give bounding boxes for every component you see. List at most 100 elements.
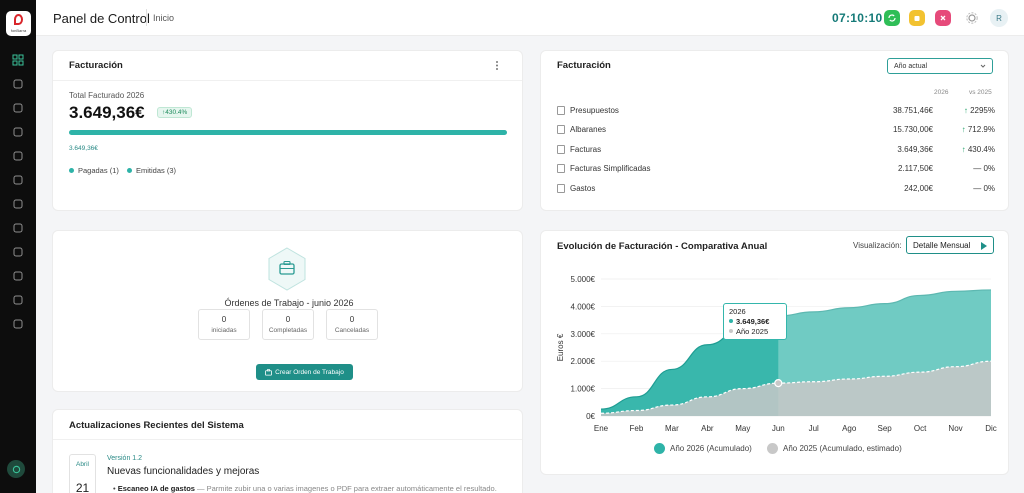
billing-row-name: Gastos xyxy=(570,184,596,193)
sync-button[interactable] xyxy=(884,10,900,26)
legend-issued-count: (3) xyxy=(166,166,177,175)
document-icon xyxy=(557,184,565,193)
power-icon[interactable] xyxy=(10,244,26,260)
legend-issued-label: Emitidas xyxy=(136,166,165,175)
legend-issued: Emitidas (3) xyxy=(127,166,176,175)
create-work-order-button[interactable]: Crear Orden de Trabajo xyxy=(256,364,353,380)
billing-progress-bar xyxy=(69,130,507,135)
logo-mark-icon xyxy=(14,14,23,25)
update-bullet-text: — Parmite zubir una o varias imagenes o … xyxy=(194,484,497,493)
legend-2026-label: Año 2026 (Acumulado) xyxy=(670,444,752,453)
refresh-icon xyxy=(888,14,896,22)
change-percent: 0% xyxy=(983,164,995,173)
change-arrow: — xyxy=(973,164,982,173)
visualization-select[interactable]: Detalle Mensual xyxy=(906,236,994,254)
year-select[interactable]: Año actual xyxy=(887,58,993,74)
billing-row[interactable]: Presupuestos 38.751,46€ ↑ 2295% xyxy=(555,104,995,118)
app-logo[interactable]: fonBarra xyxy=(6,11,31,36)
alerts-button[interactable] xyxy=(935,10,951,26)
assistant-icon[interactable] xyxy=(7,460,25,478)
change-arrow: ↑ xyxy=(961,125,966,134)
gear-icon[interactable] xyxy=(10,220,26,236)
document-icon xyxy=(557,125,565,134)
play-icon xyxy=(981,242,987,250)
billing-row-change: ↑ 2295% xyxy=(964,106,995,115)
fan-icon[interactable] xyxy=(10,172,26,188)
billing-row-name: Presupuestos xyxy=(570,106,619,115)
billing-chart-card: Evolución de Facturación - Comparativa A… xyxy=(540,230,1009,475)
recycle-icon[interactable] xyxy=(10,196,26,212)
page-title: Panel de Control xyxy=(53,11,150,26)
legend-2025[interactable]: Año 2025 (Acumulado, estimado) xyxy=(767,443,902,454)
x-tick-label: Nov xyxy=(948,424,962,433)
x-tick-label: Abr xyxy=(701,424,714,433)
legend-paid: Pagadas (1) xyxy=(69,166,119,175)
change-arrow: — xyxy=(973,184,982,193)
stat-cancelled-label: Canceladas xyxy=(334,327,370,334)
users-icon[interactable] xyxy=(10,76,26,92)
chevron-down-icon xyxy=(980,64,986,68)
work-orders-title: Órdenes de Trabajo - junio 2026 xyxy=(224,298,354,308)
billing-row[interactable]: Gastos 242,00€ — 0% xyxy=(555,182,995,196)
grid-icon[interactable] xyxy=(10,52,26,68)
package-icon[interactable] xyxy=(10,124,26,140)
billing-row[interactable]: Facturas 3.649,36€ ↑ 430.4% xyxy=(555,143,995,157)
billing-row-change: ↑ 430.4% xyxy=(962,145,995,154)
stat-cancelled-value: 0 xyxy=(349,315,355,324)
create-work-order-label: Crear Orden de Trabajo xyxy=(275,368,344,376)
change-badge: ↑430.4% xyxy=(157,107,193,118)
y-tick-label: 0€ xyxy=(586,412,595,421)
breadcrumb[interactable]: Inicio xyxy=(153,13,174,23)
legend-paid-count: (1) xyxy=(109,166,119,175)
year-select-value: Año actual xyxy=(894,63,928,70)
billing-row-value: 2.117,50€ xyxy=(898,164,933,173)
notifications-button[interactable] xyxy=(909,10,925,26)
billing-row-change: ↑ 712.9% xyxy=(962,125,995,134)
change-percent: 712.9% xyxy=(967,125,995,134)
legend-2025-label: Año 2025 (Acumulado, estimado) xyxy=(783,444,902,453)
shield-icon[interactable] xyxy=(10,292,26,308)
more-vertical-icon[interactable] xyxy=(494,60,500,71)
stat-completed-value: 0 xyxy=(285,315,291,324)
stat-started-value: 0 xyxy=(221,315,227,324)
billing-row-change: — 0% xyxy=(973,184,995,193)
y-tick-label: 5.000€ xyxy=(571,275,596,284)
x-tick-label: Feb xyxy=(630,424,644,433)
update-month: Abril xyxy=(75,461,89,468)
billing-row-value: 242,00€ xyxy=(904,184,933,193)
gear-icon[interactable] xyxy=(965,11,979,25)
series-2025-point xyxy=(774,379,783,388)
billing-row-name: Albaranes xyxy=(570,125,607,134)
billing-row[interactable]: Albaranes 15.730,00€ ↑ 712.9% xyxy=(555,123,995,137)
clock: 07:10:10 xyxy=(832,11,883,25)
billing-row[interactable]: Facturas Simplificadas 2.117,50€ — 0% xyxy=(555,162,995,176)
sidebar: fonBarra xyxy=(0,0,36,493)
card-divider xyxy=(53,80,522,81)
y-tick-label: 4.000€ xyxy=(571,302,596,311)
legend-paid-dot xyxy=(69,168,74,173)
document-icon[interactable] xyxy=(10,148,26,164)
stack-icon[interactable] xyxy=(10,268,26,284)
billing-row-value: 3.649,36€ xyxy=(897,145,933,154)
billing-row-change: — 0% xyxy=(973,164,995,173)
billing-row-name: Facturas Simplificadas xyxy=(570,164,651,173)
legend-2026-dot xyxy=(654,443,665,454)
billing-summary-card: Facturación Total Facturado 2026 3.649,3… xyxy=(52,50,523,211)
change-arrow: ↑ xyxy=(963,106,968,115)
user-avatar[interactable]: R xyxy=(990,9,1008,27)
stat-cancelled: 0 Canceladas xyxy=(326,309,378,340)
top-header: Panel de Control Inicio 07:10:10 R xyxy=(36,0,1024,36)
briefcase-small-icon xyxy=(265,368,273,376)
billing-table-title: Facturación xyxy=(557,60,611,71)
tooltip-dot-2025 xyxy=(729,329,733,333)
change-percent: 0% xyxy=(983,184,995,193)
total-billed-label: Total Facturado 2026 xyxy=(69,91,145,100)
close-square-icon xyxy=(940,15,946,21)
billing-summary-title: Facturación xyxy=(69,60,123,71)
globe-icon[interactable] xyxy=(10,316,26,332)
legend-2026[interactable]: Año 2026 (Acumulado) xyxy=(654,443,752,454)
card-divider xyxy=(53,439,522,440)
tooltip-value: 3.649,36€ xyxy=(736,317,770,326)
box-icon[interactable] xyxy=(10,100,26,116)
tooltip-compare: Año 2025 xyxy=(736,327,769,336)
